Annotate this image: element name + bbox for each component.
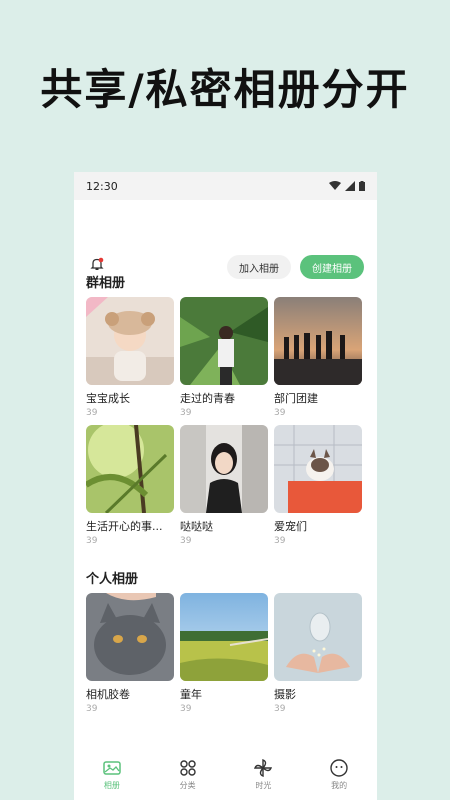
album-card[interactable]: 宝宝成长 39: [86, 297, 174, 425]
group-albums-title: 群相册: [86, 276, 126, 291]
album-card[interactable]: 哒哒哒 39: [180, 425, 268, 553]
smiley-face-icon: [330, 758, 348, 777]
album-title: 走过的青春: [180, 392, 235, 405]
album-thumbnail: [180, 425, 268, 513]
tab-moments[interactable]: 时光: [238, 758, 288, 791]
album-count: 39: [86, 408, 98, 418]
album-title: 爱宠们: [274, 520, 307, 533]
promo-headline: 共享/私密相册分开: [40, 65, 410, 114]
album-thumbnail: [274, 425, 362, 513]
album-count: 39: [274, 704, 286, 714]
tab-albums[interactable]: 相册: [87, 758, 137, 791]
album-card[interactable]: 摄影 39: [274, 593, 362, 721]
album-title: 生活开心的事...: [86, 520, 163, 533]
album-count: 39: [86, 704, 98, 714]
album-card[interactable]: 爱宠们 39: [274, 425, 362, 553]
personal-albums-grid: 相机胶卷 39 童年 39 摄影 39: [86, 593, 366, 721]
join-album-button[interactable]: 加入相册: [227, 255, 291, 279]
bell-notification-icon[interactable]: [90, 257, 104, 271]
album-thumbnail: [86, 425, 174, 513]
album-title: 相机胶卷: [86, 688, 130, 701]
album-count: 39: [180, 536, 192, 546]
bottom-tab-bar: 相册 分类 时光 我的: [74, 748, 377, 800]
album-title: 哒哒哒: [180, 520, 213, 533]
album-card[interactable]: 部门团建 39: [274, 297, 362, 425]
album-count: 39: [86, 536, 98, 546]
signal-icon: [345, 181, 355, 191]
album-card[interactable]: 生活开心的事... 39: [86, 425, 174, 553]
top-bar: 加入相册 创建相册: [74, 200, 377, 279]
album-count: 39: [180, 704, 192, 714]
album-thumbnail: [274, 593, 362, 681]
tab-label: 时光: [255, 780, 272, 790]
album-thumbnail: [274, 297, 362, 385]
album-count: 39: [274, 408, 286, 418]
create-album-button[interactable]: 创建相册: [300, 255, 364, 279]
album-card[interactable]: 相机胶卷 39: [86, 593, 174, 721]
album-count: 39: [180, 408, 192, 418]
tab-label: 分类: [179, 780, 196, 790]
pinwheel-icon: [254, 758, 273, 777]
tab-label: 我的: [331, 780, 348, 790]
group-albums-grid: 宝宝成长 39 走过的青春 39 部门团建 39 生活开心的事... 39 哒哒…: [86, 297, 366, 553]
album-card[interactable]: 童年 39: [180, 593, 268, 721]
tab-label: 相册: [103, 780, 120, 790]
album-card[interactable]: 走过的青春 39: [180, 297, 268, 425]
album-thumbnail: [86, 297, 174, 385]
album-thumbnail: [180, 297, 268, 385]
album-count: 39: [274, 536, 286, 546]
album-title: 摄影: [274, 688, 296, 701]
category-grid-icon: [179, 759, 196, 776]
phone-screen: 12:30 加入相册 创建相册 群相册 宝宝成长 39 走过的青春 39 部门团…: [74, 172, 377, 800]
album-title: 童年: [180, 688, 202, 701]
status-bar: 12:30: [74, 172, 377, 200]
album-title: 部门团建: [274, 392, 318, 405]
tab-mine[interactable]: 我的: [314, 758, 364, 791]
battery-icon: [359, 181, 365, 191]
wifi-icon: [329, 181, 341, 190]
photo-album-icon: [103, 760, 121, 775]
tab-categories[interactable]: 分类: [163, 758, 213, 791]
album-thumbnail: [180, 593, 268, 681]
album-thumbnail: [86, 593, 174, 681]
album-title: 宝宝成长: [86, 392, 130, 405]
personal-albums-title: 个人相册: [86, 572, 139, 587]
status-time: 12:30: [86, 179, 118, 193]
